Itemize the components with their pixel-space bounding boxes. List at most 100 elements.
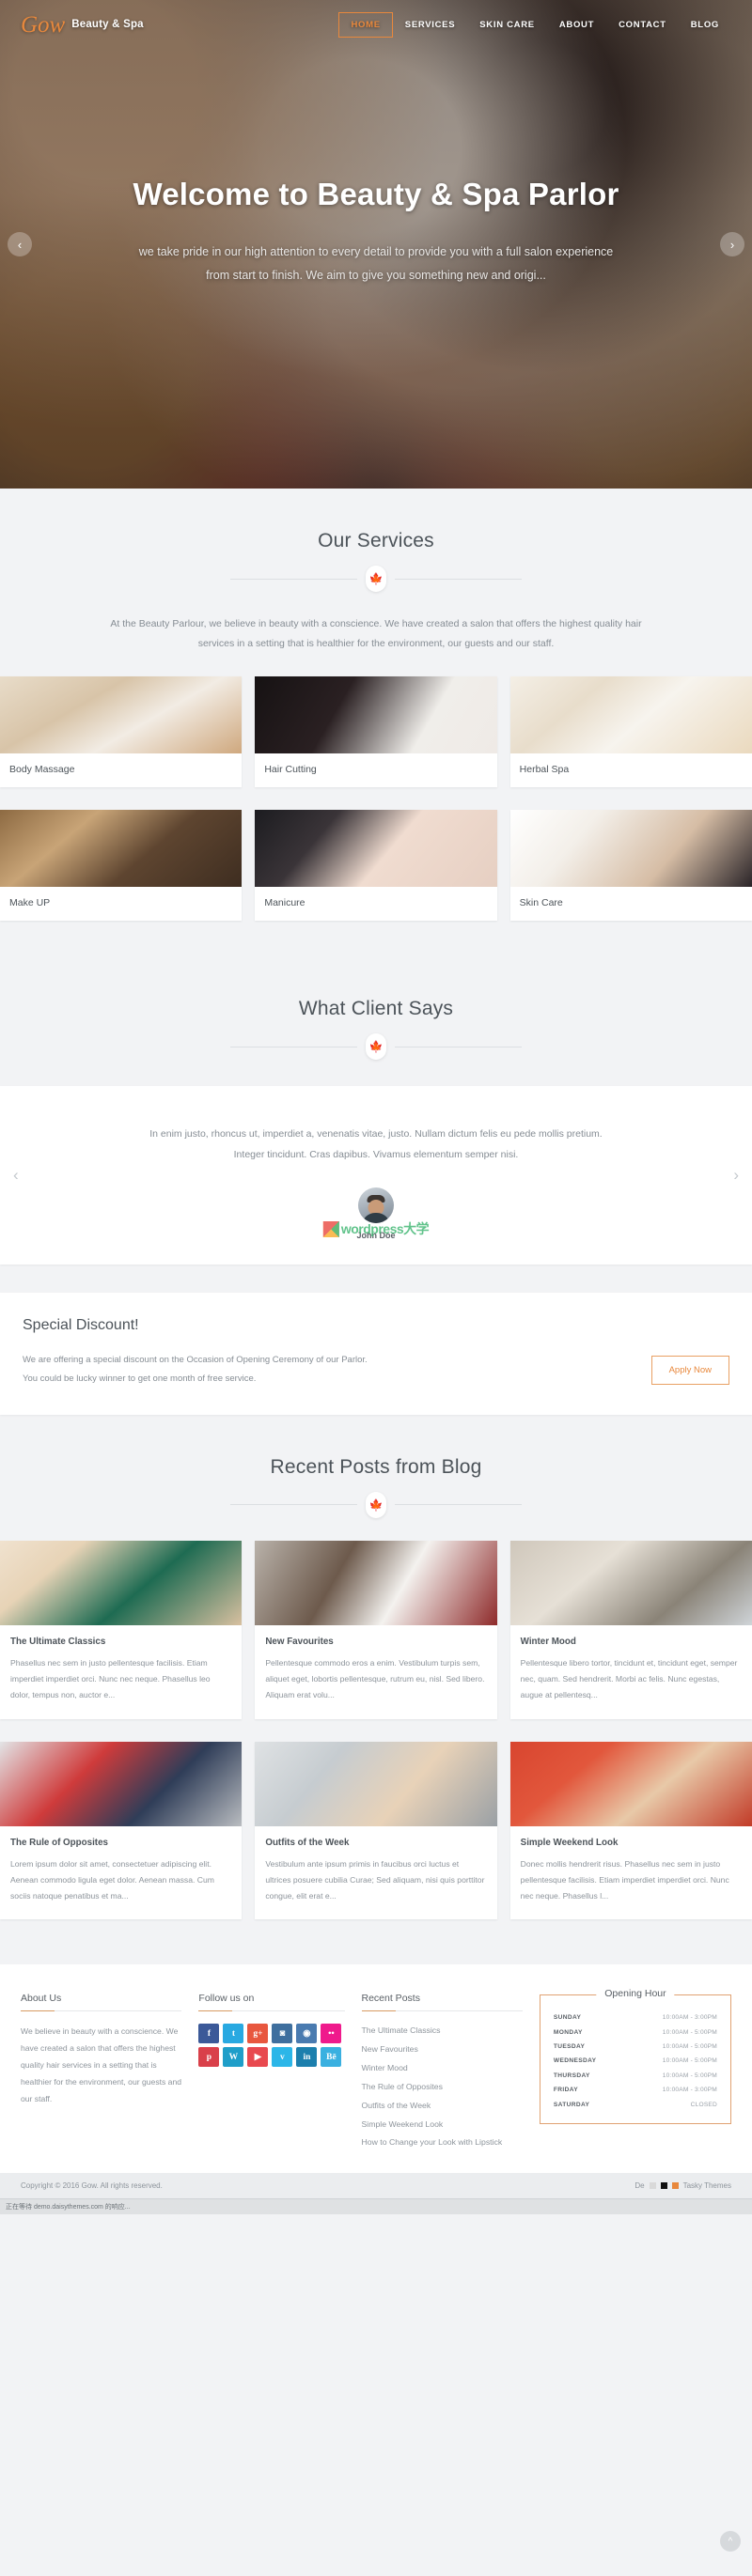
swatch-black-icon xyxy=(660,2182,667,2190)
youtube-icon[interactable]: ▶ xyxy=(247,2047,269,2068)
nav-item-services[interactable]: SERVICES xyxy=(393,13,467,37)
blog-card-body: Outfits of the Week Vestibulum ante ipsu… xyxy=(255,1826,496,1920)
service-image xyxy=(0,810,243,887)
site-footer: About Us We believe in beauty with a con… xyxy=(0,1964,752,2174)
nav-item-skin-care[interactable]: SKIN CARE xyxy=(467,13,547,37)
footer-recent-link[interactable]: The Ultimate Classics xyxy=(362,2022,523,2041)
opening-hours-heading: Opening Hour xyxy=(596,1988,675,2000)
blog-image xyxy=(0,1540,243,1625)
linkedin-icon[interactable]: in xyxy=(296,2047,318,2068)
service-label: Make UP xyxy=(9,897,51,908)
scroll-to-top-button[interactable]: ^ xyxy=(720,2531,741,2552)
hero-subtitle-line2: from start to finish. We aim to give you… xyxy=(206,269,546,282)
testimonial-next-button[interactable]: › xyxy=(733,1166,739,1185)
opening-hours-day: SATURDAY xyxy=(553,2101,590,2108)
nav-links: HOME SERVICES SKIN CARE ABOUT CONTACT BL… xyxy=(338,11,731,38)
footer-follow-column: Follow us on f t g+ ◙ ◉ •• p W ▶ v in Bē xyxy=(198,1993,345,2152)
blog-post-title[interactable]: New Favourites xyxy=(265,1637,486,1647)
service-image xyxy=(0,676,243,753)
blog-post-excerpt: Donec mollis hendrerit risus. Phasellus … xyxy=(520,1858,729,1901)
opening-hours-day: THURSDAY xyxy=(553,2072,590,2079)
blog-image xyxy=(0,1741,243,1826)
discount-text-line1: We are offering a special discount on th… xyxy=(23,1355,368,1366)
wordpress-icon[interactable]: W xyxy=(223,2047,244,2068)
blog-post-title[interactable]: Winter Mood xyxy=(521,1637,742,1647)
service-label: Herbal Spa xyxy=(519,764,570,775)
service-card[interactable]: Skin Care xyxy=(509,810,752,921)
blog-card[interactable]: Outfits of the Week Vestibulum ante ipsu… xyxy=(255,1741,497,1920)
facebook-icon[interactable]: f xyxy=(198,2024,220,2044)
blog-post-title[interactable]: Outfits of the Week xyxy=(265,1838,486,1848)
twitter-icon[interactable]: t xyxy=(223,2024,244,2044)
credit-text: De Tasky Themes xyxy=(634,2181,731,2190)
testimonial-card: ‹ › In enim justo, rhoncus ut, imperdiet… xyxy=(0,1086,752,1265)
footer-about-heading: About Us xyxy=(21,1993,182,2012)
service-card[interactable]: Manicure xyxy=(255,810,497,921)
blog-post-excerpt: Phasellus nec sem in justo pellentesque … xyxy=(10,1657,211,1700)
footer-recent-link[interactable]: How to Change your Look with Lipstick xyxy=(362,2134,523,2152)
blog-card[interactable]: The Ultimate Classics Phasellus nec sem … xyxy=(0,1540,243,1719)
hero-prev-button[interactable]: ‹ xyxy=(8,232,32,256)
pinterest-icon[interactable]: p xyxy=(198,2047,220,2068)
blog-card[interactable]: New Favourites Pellentesque commodo eros… xyxy=(255,1540,497,1719)
service-card[interactable]: Hair Cutting xyxy=(255,676,497,787)
blog-post-excerpt: Pellentesque commodo eros a enim. Vestib… xyxy=(265,1657,485,1700)
service-label: Body Massage xyxy=(9,764,75,775)
services-grid-row1: Body Massage Hair Cutting Herbal Spa xyxy=(0,676,752,787)
footer-recent-link[interactable]: Winter Mood xyxy=(362,2059,523,2078)
opening-hours-time: CLOSED xyxy=(690,2101,717,2108)
footer-recent-list: The Ultimate Classics New Favourites Win… xyxy=(362,2022,523,2152)
blog-post-title[interactable]: The Ultimate Classics xyxy=(10,1637,231,1647)
blog-image xyxy=(255,1540,497,1625)
vimeo-icon[interactable]: v xyxy=(272,2047,293,2068)
service-card[interactable]: Herbal Spa xyxy=(509,676,752,787)
blog-post-title[interactable]: The Rule of Opposites xyxy=(10,1838,231,1848)
footer-recent-link[interactable]: New Favourites xyxy=(362,2041,523,2059)
service-image xyxy=(255,676,497,753)
footer-recent-link[interactable]: Outfits of the Week xyxy=(362,2097,523,2116)
service-image xyxy=(509,810,752,887)
footer-hours-column: Opening Hour SUNDAY 10:00AM - 3:00PM MON… xyxy=(539,1988,731,2152)
hero-subtitle: we take pride in our high attention to e… xyxy=(85,241,667,287)
behance-icon[interactable]: Bē xyxy=(321,2047,342,2068)
flickr-icon[interactable]: •• xyxy=(321,2024,342,2044)
services-section: Our Services 🍁 At the Beauty Parlour, we… xyxy=(0,489,752,962)
opening-hours-day: MONDAY xyxy=(553,2028,583,2036)
github-icon[interactable]: ◉ xyxy=(296,2024,318,2044)
credit-right[interactable]: Tasky Themes xyxy=(683,2181,731,2190)
brand-mark-icon: Gow xyxy=(21,11,66,38)
opening-hours-time: 10:00AM - 5:00PM xyxy=(662,2043,717,2051)
nav-item-contact[interactable]: CONTACT xyxy=(606,13,679,37)
blog-card-body: The Rule of Opposites Lorem ipsum dolor … xyxy=(0,1826,242,1920)
nav-item-home[interactable]: HOME xyxy=(338,11,393,38)
blog-card[interactable]: Simple Weekend Look Donec mollis hendrer… xyxy=(509,1741,752,1920)
blog-image xyxy=(509,1540,752,1625)
footer-follow-heading: Follow us on xyxy=(198,1993,345,2012)
instagram-icon[interactable]: ◙ xyxy=(272,2024,293,2044)
apply-now-button[interactable]: Apply Now xyxy=(650,1355,729,1385)
nav-item-about[interactable]: ABOUT xyxy=(547,13,606,37)
footer-recent-link[interactable]: Simple Weekend Look xyxy=(362,2115,523,2134)
blog-post-excerpt: Vestibulum ante ipsum primis in faucibus… xyxy=(265,1858,485,1901)
nav-item-blog[interactable]: BLOG xyxy=(679,13,731,37)
testimonial-quote-line2: Integer tincidunt. Cras dapibus. Vivamus… xyxy=(233,1149,519,1161)
blog-post-title[interactable]: Simple Weekend Look xyxy=(521,1838,742,1848)
hero-subtitle-line1: we take pride in our high attention to e… xyxy=(138,245,614,258)
service-label: Skin Care xyxy=(519,897,563,908)
google-plus-icon[interactable]: g+ xyxy=(247,2024,269,2044)
opening-hours-row: WEDNESDAY 10:00AM - 5:00PM xyxy=(552,2054,719,2068)
blog-section: Recent Posts from Blog 🍁 The Ultimate Cl… xyxy=(0,1415,752,1964)
service-card[interactable]: Make UP xyxy=(0,810,243,921)
service-card[interactable]: Body Massage xyxy=(0,676,243,787)
blog-post-excerpt: Pellentesque libero tortor, tincidunt et… xyxy=(520,1657,738,1700)
blog-card[interactable]: Winter Mood Pellentesque libero tortor, … xyxy=(509,1540,752,1719)
footer-about-column: About Us We believe in beauty with a con… xyxy=(21,1993,182,2152)
leaf-icon: 🍁 xyxy=(366,1491,386,1518)
hero-next-button[interactable]: › xyxy=(720,232,744,256)
footer-recent-link[interactable]: The Rule of Opposites xyxy=(362,2078,523,2097)
services-intro-line1: At the Beauty Parlour, we believe in bea… xyxy=(110,618,591,629)
brand-logo[interactable]: Gow Beauty & Spa xyxy=(21,13,144,37)
blog-card-body: Simple Weekend Look Donec mollis hendrer… xyxy=(510,1826,752,1920)
blog-card[interactable]: The Rule of Opposites Lorem ipsum dolor … xyxy=(0,1741,243,1920)
testimonial-prev-button[interactable]: ‹ xyxy=(13,1166,19,1185)
